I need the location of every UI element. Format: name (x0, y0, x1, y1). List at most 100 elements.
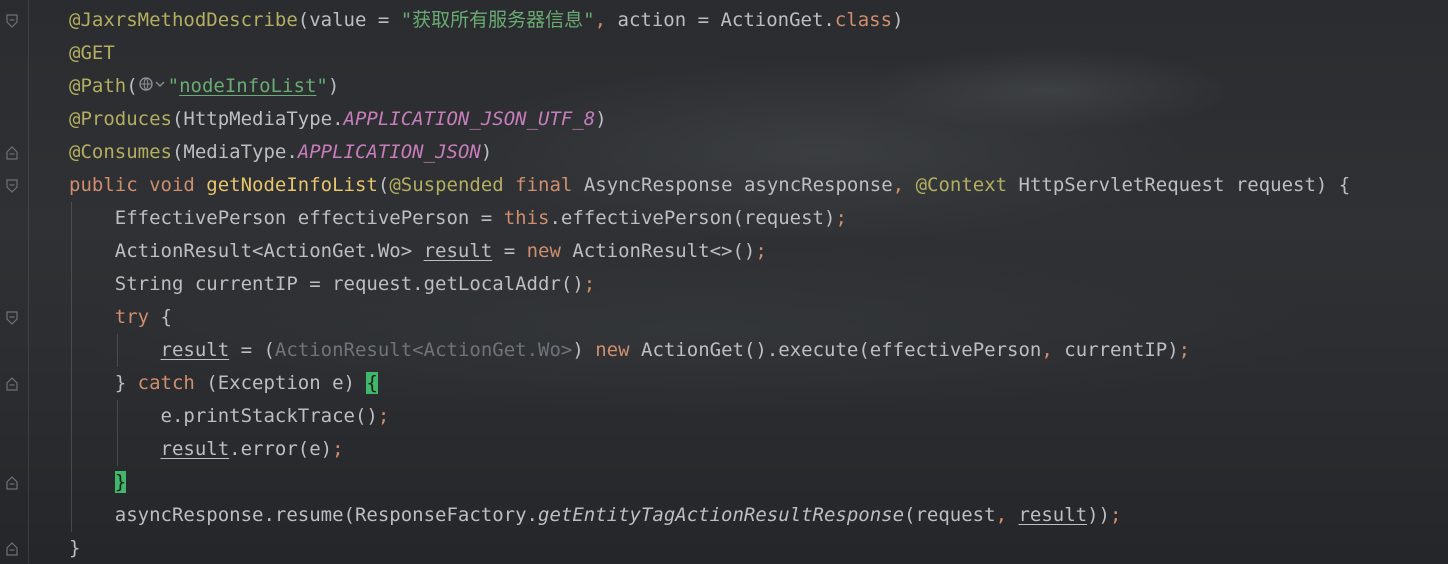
code-token: @Consumes (69, 141, 172, 163)
code-token: action = ActionGet. (617, 9, 835, 31)
code-token: " (316, 75, 328, 97)
code-token: , (892, 174, 916, 196)
code-line[interactable]: public void getNodeInfoList(@Suspended f… (69, 169, 1350, 202)
code-token: try (114, 306, 161, 328)
code-line[interactable]: @Path( "nodeInfoList") (69, 70, 339, 103)
code-token: (request (904, 504, 996, 526)
fold-close-icon[interactable] (5, 146, 19, 160)
code-token: ActionGet().execute(effectivePerson (641, 339, 1042, 361)
code-token: ; (583, 273, 596, 295)
code-token: (value = (297, 9, 401, 31)
code-token: e.printStackTrace() (69, 405, 378, 427)
code-token: String currentIP = request.getLocalAddr(… (69, 273, 584, 295)
code-token: ; (377, 405, 390, 427)
code-token: catch (137, 372, 207, 394)
code-token: AsyncResponse asyncResponse (583, 174, 893, 196)
fold-close-icon[interactable] (5, 377, 19, 391)
code-line[interactable]: result = (ActionResult<ActionGet.Wo>) ne… (69, 334, 1191, 367)
code-token: class (834, 9, 893, 31)
code-line[interactable]: asyncResponse.resume(ResponseFactory.get… (69, 499, 1122, 532)
code-token: currentIP) (1064, 339, 1179, 361)
code-token: @Produces (69, 108, 172, 130)
code-line[interactable]: result.error(e); (69, 433, 344, 466)
code-token: @Path (69, 75, 127, 97)
code-line[interactable]: ActionResult<ActionGet.Wo> result = new … (69, 235, 767, 268)
code-token: (HttpMediaType. (171, 108, 344, 130)
code-token: )) (1087, 504, 1110, 526)
code-token: getEntityTagActionResultResponse (538, 504, 905, 526)
code-token: = (492, 240, 527, 262)
code-token: result (160, 438, 230, 460)
code-line[interactable]: e.printStackTrace(); (69, 400, 390, 433)
code-token: this (503, 207, 550, 229)
code-token: } (69, 537, 81, 559)
code-token: , (594, 9, 618, 31)
code-token: ActionResult<ActionGet.Wo> (274, 339, 573, 361)
fold-open-icon[interactable] (5, 179, 19, 193)
code-token: result (423, 240, 493, 262)
code-line[interactable]: EffectivePerson effectivePerson = this.e… (69, 202, 847, 235)
code-line[interactable]: } catch (Exception e) { (69, 367, 378, 400)
code-token: final (515, 174, 584, 196)
code-token: (MediaType. (171, 141, 298, 163)
code-token: APPLICATION_JSON (297, 141, 481, 163)
code-editor[interactable]: @JaxrsMethodDescribe(value = "获取所有服务器信息"… (0, 0, 1448, 564)
code-token: asyncResponse.resume(ResponseFactory. (69, 504, 538, 526)
code-token: ( (377, 174, 390, 196)
code-token: APPLICATION_JSON_UTF_8 (343, 108, 596, 130)
code-token: ; (332, 438, 344, 460)
globe-url-icon[interactable] (138, 70, 168, 103)
code-token: HttpServletRequest request) { (1018, 174, 1351, 196)
code-token: , (1041, 339, 1065, 361)
code-token: ) (572, 339, 596, 361)
code-token: } (69, 372, 138, 394)
fold-close-icon[interactable] (5, 476, 19, 490)
code-line[interactable]: } (69, 532, 80, 564)
code-token: ; (755, 240, 767, 262)
code-token: new (595, 339, 641, 361)
code-line[interactable]: try { (69, 301, 172, 334)
code-token: } (114, 471, 127, 493)
code-token: @GET (69, 42, 115, 64)
code-token: ActionResult<ActionGet.Wo> (69, 240, 424, 262)
fold-open-icon[interactable] (5, 14, 19, 28)
code-token: result (160, 339, 230, 361)
code-token: result (1018, 504, 1088, 526)
code-token: , (995, 504, 1019, 526)
code-token: (Exception e) (206, 372, 367, 394)
code-token: ActionResult<>() (572, 240, 756, 262)
code-token: EffectivePerson effectivePerson = (69, 207, 504, 229)
code-token: nodeInfoList (179, 75, 317, 97)
code-token: = ( (229, 339, 275, 361)
code-line[interactable]: } (69, 466, 127, 499)
code-token: ) (892, 9, 904, 31)
code-token: ; (1109, 504, 1122, 526)
code-token: ; (835, 207, 847, 229)
code-line[interactable]: String currentIP = request.getLocalAddr(… (69, 268, 595, 301)
code-token: @Context (915, 174, 1019, 196)
code-line[interactable]: @Produces(HttpMediaType.APPLICATION_JSON… (69, 103, 607, 136)
code-token: " (167, 75, 180, 97)
editor-gutter (0, 0, 29, 564)
code-token: { (160, 306, 172, 328)
code-token: @Suspended (389, 174, 516, 196)
code-line[interactable]: @Consumes(MediaType.APPLICATION_JSON) (69, 136, 492, 169)
code-token: .error(e) (229, 438, 333, 460)
code-token: getNodeInfoList (206, 174, 378, 196)
code-token: ; (1178, 339, 1191, 361)
code-line[interactable]: @JaxrsMethodDescribe(value = "获取所有服务器信息"… (69, 4, 904, 37)
code-token: ) (480, 141, 493, 163)
fold-open-icon[interactable] (5, 311, 19, 325)
code-token: { (366, 372, 378, 394)
code-token: .effectivePerson(request) (549, 207, 836, 229)
fold-close-icon[interactable] (5, 542, 19, 556)
code-token: public void (69, 174, 207, 196)
code-line[interactable]: @GET (69, 37, 115, 70)
code-token: ( (126, 75, 138, 97)
code-token: new (526, 240, 573, 262)
code-token: @JaxrsMethodDescribe (69, 9, 298, 31)
code-token: ) (327, 75, 340, 97)
